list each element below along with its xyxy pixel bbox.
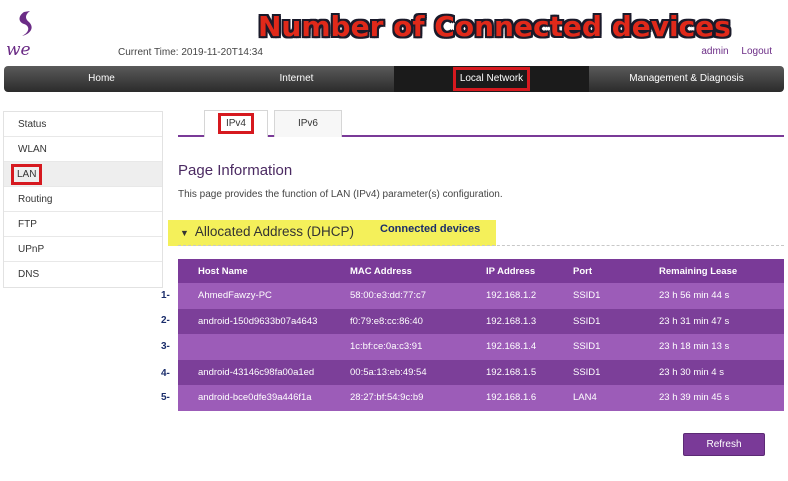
cell-ip: 192.168.1.5 bbox=[466, 359, 553, 385]
cell-port: SSID1 bbox=[553, 308, 639, 334]
cell-lease: 23 h 18 min 13 s bbox=[639, 334, 784, 360]
dhcp-clients-table: Host Name MAC Address IP Address Port Re… bbox=[178, 259, 784, 411]
table-row: android-bce0dfe39a446f1a 28:27:bf:54:9c:… bbox=[178, 385, 784, 411]
cell-lease: 23 h 39 min 45 s bbox=[639, 385, 784, 411]
sidebar-item-lan-label: LAN bbox=[11, 164, 43, 185]
cell-host: android-bce0dfe39a446f1a bbox=[178, 385, 330, 411]
nav-management-label: Management & Diagnosis bbox=[629, 73, 744, 84]
cell-port: SSID1 bbox=[553, 334, 639, 360]
sidebar-item-ftp[interactable]: FTP bbox=[4, 212, 162, 237]
table-row: 1c:bf:ce:0a:c3:91 192.168.1.4 SSID1 23 h… bbox=[178, 334, 784, 360]
refresh-button[interactable]: Refresh bbox=[683, 433, 765, 456]
tab-ipv4[interactable]: IPv4 bbox=[204, 110, 268, 137]
dhcp-section-title: ▼ Allocated Address (DHCP) bbox=[180, 224, 354, 239]
nav-local-network[interactable]: Local Network bbox=[394, 66, 589, 92]
nav-management-diagnosis[interactable]: Management & Diagnosis bbox=[589, 66, 784, 92]
sidebar-item-dns[interactable]: DNS bbox=[4, 262, 162, 287]
table-row: android-43146c98fa00a1ed 00:5a:13:eb:49:… bbox=[178, 359, 784, 385]
tab-ipv4-label: IPv4 bbox=[217, 113, 254, 134]
brand-logo-text: we bbox=[6, 40, 31, 60]
cell-ip: 192.168.1.3 bbox=[466, 308, 553, 334]
col-port: Port bbox=[553, 259, 639, 283]
col-mac-address: MAC Address bbox=[330, 259, 466, 283]
cell-port: LAN4 bbox=[553, 385, 639, 411]
row-number-annotation: 2- bbox=[161, 315, 170, 326]
sidebar-item-routing[interactable]: Routing bbox=[4, 187, 162, 212]
page-description: This page provides the function of LAN (… bbox=[178, 189, 503, 200]
cell-host: android-43146c98fa00a1ed bbox=[178, 359, 330, 385]
row-number-annotation: 3- bbox=[161, 341, 170, 352]
collapse-triangle-icon: ▼ bbox=[180, 228, 189, 238]
sidebar: Status WLAN LAN Routing FTP UPnP DNS bbox=[3, 111, 163, 288]
main-nav: Home Internet Local Network Management &… bbox=[4, 66, 784, 92]
cell-port: SSID1 bbox=[553, 359, 639, 385]
cell-host: android-150d9633b07a4643 bbox=[178, 308, 330, 334]
nav-internet-label: Internet bbox=[279, 73, 314, 84]
logout-link[interactable]: Logout bbox=[741, 46, 772, 57]
sidebar-item-wlan[interactable]: WLAN bbox=[4, 137, 162, 162]
annotation-banner: Number of Connected devices bbox=[258, 10, 731, 43]
cell-ip: 192.168.1.4 bbox=[466, 334, 553, 360]
connected-devices-note: Connected devices bbox=[380, 223, 481, 235]
cell-mac: 28:27:bf:54:9c:b9 bbox=[330, 385, 466, 411]
cell-mac: f0:79:e8:cc:86:40 bbox=[330, 308, 466, 334]
section-divider bbox=[178, 245, 784, 246]
cell-lease: 23 h 31 min 47 s bbox=[639, 308, 784, 334]
cell-host bbox=[178, 334, 330, 360]
dhcp-section-title-text: Allocated Address (DHCP) bbox=[194, 224, 354, 239]
nav-home[interactable]: Home bbox=[4, 66, 199, 92]
sidebar-item-lan[interactable]: LAN bbox=[4, 162, 162, 187]
row-number-annotation: 1- bbox=[161, 290, 170, 301]
tab-ipv6[interactable]: IPv6 bbox=[274, 110, 342, 137]
cell-mac: 00:5a:13:eb:49:54 bbox=[330, 359, 466, 385]
cell-lease: 23 h 30 min 4 s bbox=[639, 359, 784, 385]
nav-home-label: Home bbox=[88, 73, 115, 84]
table-header-row: Host Name MAC Address IP Address Port Re… bbox=[178, 259, 784, 283]
protocol-tabs: IPv4 IPv6 bbox=[178, 110, 784, 137]
col-remaining-lease: Remaining Lease bbox=[639, 259, 784, 283]
sidebar-item-status[interactable]: Status bbox=[4, 112, 162, 137]
current-time: Current Time: 2019-11-20T14:34 bbox=[118, 47, 263, 58]
row-number-annotation: 5- bbox=[161, 392, 170, 403]
cell-mac: 58:00:e3:dd:77:c7 bbox=[330, 283, 466, 309]
cell-ip: 192.168.1.6 bbox=[466, 385, 553, 411]
row-number-annotation: 4- bbox=[161, 368, 170, 379]
nav-internet[interactable]: Internet bbox=[199, 66, 394, 92]
page-title: Page Information bbox=[178, 162, 293, 179]
cell-lease: 23 h 56 min 44 s bbox=[639, 283, 784, 309]
cell-port: SSID1 bbox=[553, 283, 639, 309]
admin-link[interactable]: admin bbox=[701, 46, 728, 57]
col-ip-address: IP Address bbox=[466, 259, 553, 283]
col-host-name: Host Name bbox=[178, 259, 330, 283]
user-links: admin Logout bbox=[691, 46, 772, 57]
sidebar-item-upnp[interactable]: UPnP bbox=[4, 237, 162, 262]
cell-host: AhmedFawzy-PC bbox=[178, 283, 330, 309]
dhcp-section-header[interactable]: ▼ Allocated Address (DHCP) Connected devi… bbox=[168, 220, 496, 246]
cell-mac: 1c:bf:ce:0a:c3:91 bbox=[330, 334, 466, 360]
nav-local-network-label: Local Network bbox=[452, 67, 531, 91]
table-row: android-150d9633b07a4643 f0:79:e8:cc:86:… bbox=[178, 308, 784, 334]
table-row: AhmedFawzy-PC 58:00:e3:dd:77:c7 192.168.… bbox=[178, 283, 784, 309]
cell-ip: 192.168.1.2 bbox=[466, 283, 553, 309]
